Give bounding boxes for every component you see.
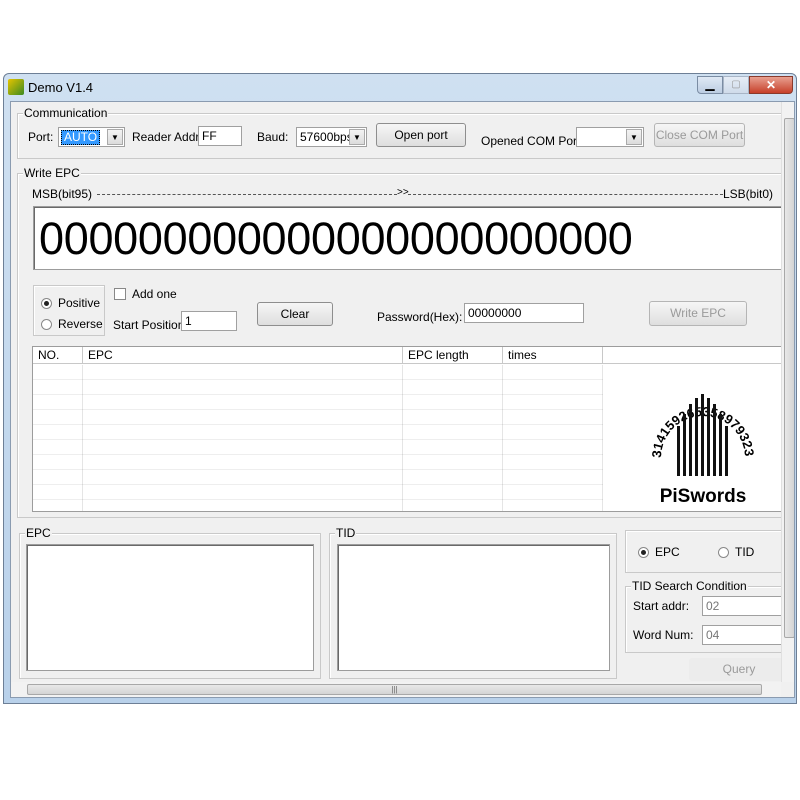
- port-label: Port:: [28, 130, 54, 144]
- positive-radio[interactable]: Positive: [41, 296, 100, 310]
- window-title: Demo V1.4: [28, 80, 94, 95]
- baud-label: Baud:: [257, 130, 289, 144]
- epc-digits: 000000000000000000000000: [39, 213, 633, 264]
- positive-label: Positive: [58, 296, 101, 310]
- table-body: [33, 365, 603, 511]
- lsb-label: LSB(bit0): [723, 187, 774, 201]
- logo-text: PiSwords: [660, 486, 747, 506]
- port-value: AUTO: [61, 130, 101, 145]
- piswords-logo: 3141592653589793238462 PiSwords: [643, 362, 759, 507]
- clear-button[interactable]: Clear: [257, 302, 333, 326]
- start-addr-input[interactable]: 02: [702, 596, 792, 616]
- horizontal-scrollbar[interactable]: |||: [11, 682, 781, 697]
- word-num-input[interactable]: 04: [702, 625, 792, 645]
- start-addr-label: Start addr:: [633, 599, 690, 613]
- epc-radio-label: EPC: [655, 545, 680, 559]
- communication-label: Communication: [23, 106, 109, 120]
- opened-com-select[interactable]: ▼: [576, 127, 644, 147]
- close-button[interactable]: ✕: [749, 76, 793, 94]
- bit-arrow: >>: [397, 187, 409, 198]
- opened-com-label: Opened COM Port:: [481, 134, 584, 148]
- maximize-button[interactable]: ▢: [723, 76, 749, 94]
- reader-addr-label: Reader Addr:: [132, 130, 203, 144]
- msb-label: MSB(bit95): [32, 187, 93, 201]
- bit-line-right: [408, 194, 723, 195]
- password-input[interactable]: 00000000: [464, 303, 584, 323]
- add-one-checkbox[interactable]: Add one: [114, 287, 177, 301]
- query-button[interactable]: Query: [689, 658, 789, 681]
- tid-output[interactable]: [337, 544, 610, 671]
- epc-output[interactable]: [26, 544, 314, 671]
- column-header-epc[interactable]: EPC: [83, 347, 403, 364]
- close-com-port-button[interactable]: Close COM Port: [654, 123, 745, 147]
- write-epc-label: Write EPC: [23, 166, 81, 180]
- tid-search-condition-label: TID Search Condition: [631, 579, 748, 593]
- epc-group-label: EPC: [25, 526, 52, 540]
- epc-radio[interactable]: EPC: [638, 545, 680, 559]
- word-num-label: Word Num:: [633, 628, 694, 642]
- vertical-scroll-thumb[interactable]: [784, 118, 794, 638]
- tid-radio[interactable]: TID: [718, 545, 754, 559]
- client-area: Communication Port: AUTO ▼ Reader Addr: …: [10, 101, 795, 698]
- password-label: Password(Hex):: [377, 310, 463, 324]
- bit-line-left: [97, 194, 397, 195]
- column-header-no[interactable]: NO.: [33, 347, 83, 364]
- chevron-down-icon[interactable]: ▼: [107, 129, 123, 145]
- vertical-scrollbar[interactable]: [781, 102, 794, 682]
- reverse-label: Reverse: [58, 317, 103, 331]
- chevron-down-icon[interactable]: ▼: [349, 129, 365, 145]
- minimize-button[interactable]: ▁: [697, 76, 723, 94]
- reader-addr-input[interactable]: FF: [198, 126, 242, 146]
- baud-value: 57600bps: [300, 130, 353, 144]
- add-one-label: Add one: [132, 287, 177, 301]
- start-position-input[interactable]: 1: [181, 311, 237, 331]
- start-position-label: Start Position:: [113, 318, 188, 332]
- tid-radio-label: TID: [735, 545, 755, 559]
- column-header-epc-length[interactable]: EPC length: [403, 347, 503, 364]
- baud-select[interactable]: 57600bps ▼: [296, 127, 367, 147]
- app-icon: [8, 79, 24, 95]
- reverse-radio[interactable]: Reverse: [41, 317, 103, 331]
- chevron-down-icon[interactable]: ▼: [626, 129, 642, 145]
- column-header-empty: [603, 347, 791, 364]
- tid-group-label: TID: [335, 526, 357, 540]
- open-port-button[interactable]: Open port: [376, 123, 466, 147]
- horizontal-scroll-thumb[interactable]: |||: [27, 684, 762, 695]
- epc-input[interactable]: 000000000000000000000000: [33, 206, 793, 270]
- write-epc-button[interactable]: Write EPC: [649, 301, 747, 326]
- port-select[interactable]: AUTO ▼: [58, 127, 125, 147]
- column-header-times[interactable]: times: [503, 347, 603, 364]
